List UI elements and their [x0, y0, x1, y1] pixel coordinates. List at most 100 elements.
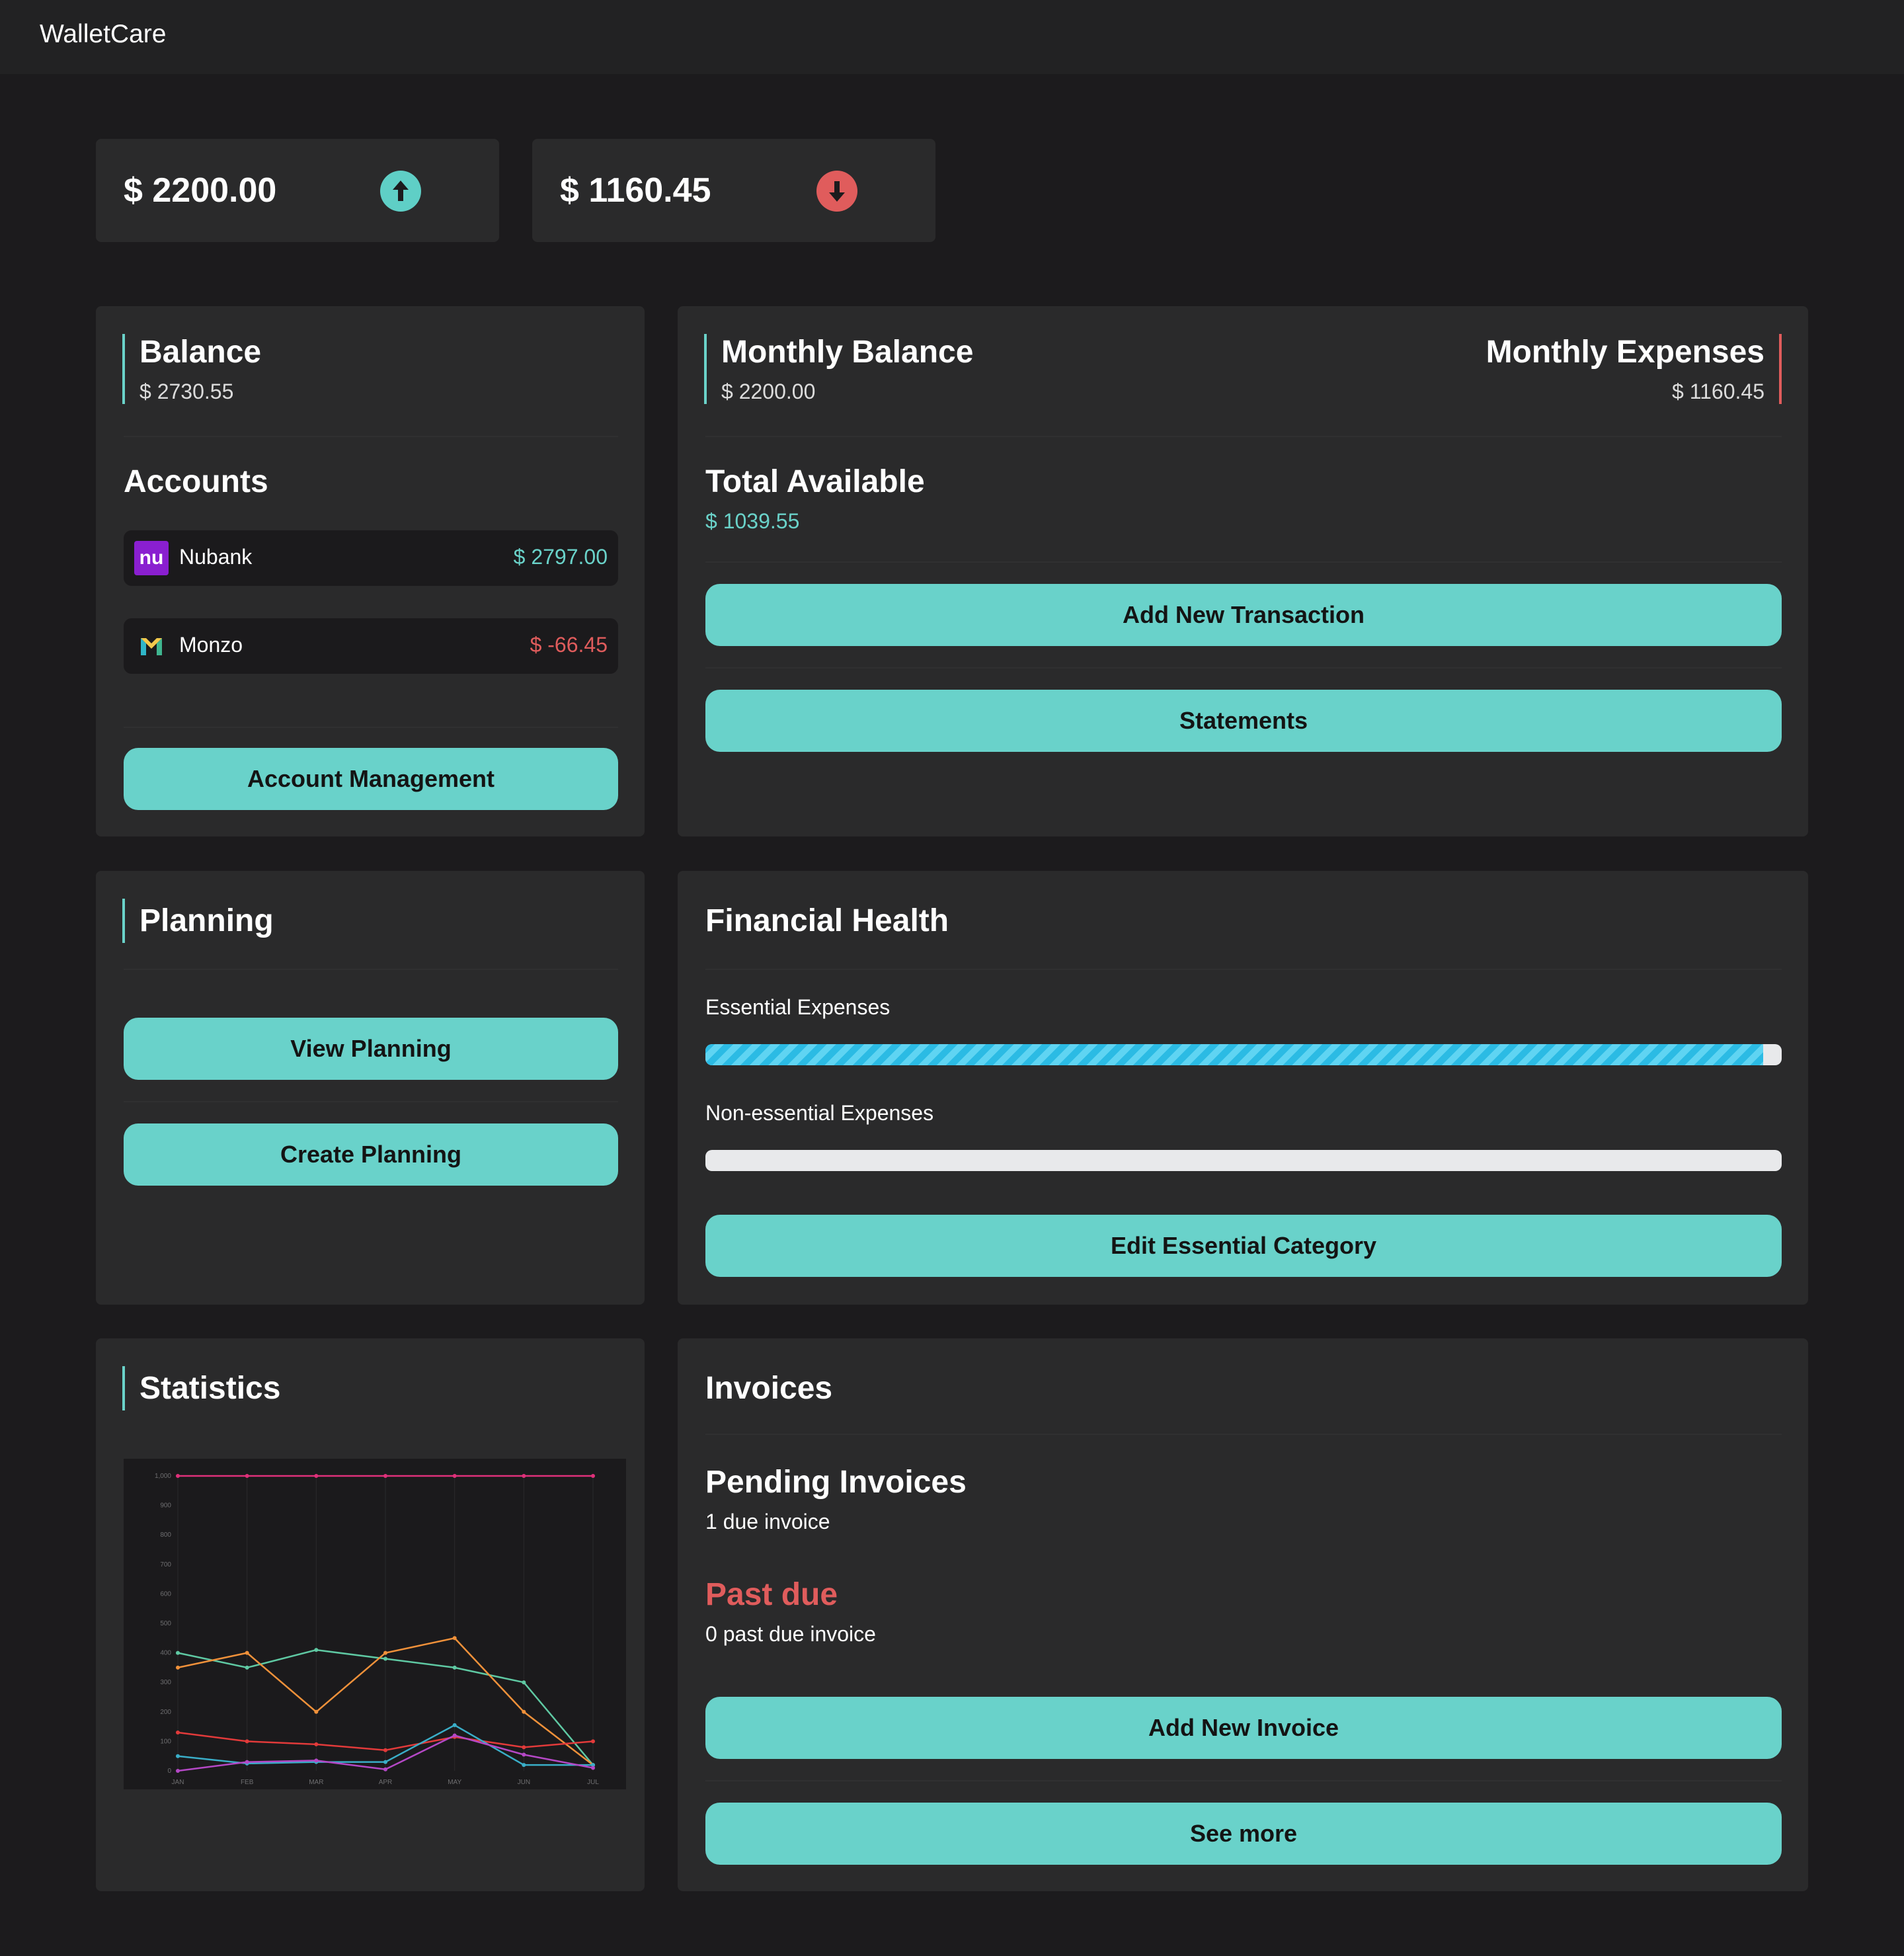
pending-invoices-count: 1 due invoice: [705, 1510, 830, 1533]
chart-point: [176, 1665, 180, 1670]
total-available-title: Total Available: [705, 464, 925, 499]
monthly-card: Monthly Balance $ 2200.00 Monthly Expens…: [678, 306, 1808, 836]
chart-point: [245, 1474, 249, 1478]
arrow-down-icon: [816, 171, 857, 212]
divider: [705, 1434, 1782, 1435]
total-available-section: Total Available $ 1039.55: [705, 464, 925, 534]
account-item-nubank[interactable]: nu Nubank $ 2797.00: [124, 530, 618, 586]
create-planning-button[interactable]: Create Planning: [124, 1123, 618, 1186]
chart-y-tick-label: 800: [160, 1531, 171, 1539]
chart-point: [383, 1760, 387, 1764]
chart-point: [452, 1733, 457, 1738]
monthly-balance-value: $ 2200.00: [721, 380, 816, 403]
chart-x-tick-label: MAR: [309, 1779, 323, 1786]
see-more-button[interactable]: See more: [705, 1803, 1782, 1865]
chart-point: [522, 1763, 526, 1768]
chart-point: [314, 1742, 319, 1746]
divider: [705, 1780, 1782, 1781]
chart-point: [591, 1766, 595, 1770]
edit-essential-category-button[interactable]: Edit Essential Category: [705, 1215, 1782, 1277]
invoices-card: Invoices Pending Invoices 1 due invoice …: [678, 1338, 1808, 1891]
statistics-line-chart: JAN FEB MAR APR MAY JUN JUL 0 100 200 300 400 500 600…: [124, 1459, 626, 1789]
income-summary-card: $ 2200.00: [96, 139, 499, 242]
past-due-section: Past due 0 past due invoice: [705, 1576, 876, 1647]
chart-y-tick-label: 400: [160, 1650, 171, 1657]
add-invoice-button[interactable]: Add New Invoice: [705, 1697, 1782, 1759]
past-due-title: Past due: [705, 1577, 838, 1612]
progress-fill: [705, 1044, 1764, 1065]
chart-point: [522, 1752, 526, 1757]
chart-y-tick-label: 300: [160, 1679, 171, 1686]
total-available-value: $ 1039.55: [705, 509, 800, 533]
chart-point: [245, 1650, 249, 1655]
chart-point: [522, 1745, 526, 1750]
account-balance: $ -66.45: [530, 633, 608, 657]
income-amount: $ 2200.00: [124, 171, 277, 210]
chart-point: [176, 1474, 180, 1478]
app-title[interactable]: WalletCare: [40, 20, 166, 49]
essential-expenses-progress: [705, 1044, 1782, 1065]
nubank-logo-icon: nu: [134, 541, 169, 575]
expense-summary-card: $ 1160.45: [532, 139, 935, 242]
balance-title: Balance: [139, 335, 262, 370]
chart-point: [452, 1474, 457, 1478]
chart-point: [383, 1767, 387, 1772]
divider: [124, 969, 618, 970]
monthly-expenses-section: Monthly Expenses $ 1160.45: [1486, 334, 1782, 404]
chart-point: [522, 1709, 526, 1714]
view-planning-button[interactable]: View Planning: [124, 1018, 618, 1080]
chart-point: [452, 1723, 457, 1727]
chart-x-tick-label: FEB: [241, 1779, 254, 1786]
chart-point: [176, 1731, 180, 1735]
monzo-logo-icon: [134, 629, 169, 663]
divider: [705, 436, 1782, 437]
chart-x-tick-label: JAN: [172, 1779, 184, 1786]
divider: [124, 727, 618, 728]
top-bar: WalletCare: [0, 0, 1904, 74]
invoices-title: Invoices: [705, 1371, 833, 1406]
chart-y-tick-label: 600: [160, 1590, 171, 1598]
chart-y-tick-label: 500: [160, 1620, 171, 1627]
chart-point: [314, 1474, 319, 1478]
chart-y-tick-label: 200: [160, 1709, 171, 1716]
chart-y-tick-label: 1,000: [155, 1473, 171, 1480]
statistics-title: Statistics: [122, 1366, 280, 1410]
statistics-card: Statistics JAN FEB MAR APR MAY JUN JUL 0 100 200 3…: [96, 1338, 645, 1891]
account-item-monzo[interactable]: Monzo $ -66.45: [124, 618, 618, 674]
add-transaction-button[interactable]: Add New Transaction: [705, 584, 1782, 646]
chart-point: [591, 1474, 595, 1478]
monthly-expenses-value: $ 1160.45: [1672, 380, 1765, 403]
statements-button[interactable]: Statements: [705, 690, 1782, 752]
chart-point: [245, 1665, 249, 1670]
balance-section: Balance $ 2730.55: [122, 334, 261, 404]
chart-point: [452, 1665, 457, 1670]
account-name: Monzo: [179, 633, 243, 657]
chart-point: [452, 1636, 457, 1641]
chart-point: [314, 1648, 319, 1652]
pending-invoices-title: Pending Invoices: [705, 1465, 967, 1500]
financial-health-title: Financial Health: [705, 903, 949, 938]
pending-invoices-section: Pending Invoices 1 due invoice: [705, 1464, 967, 1534]
nonessential-expenses-label: Non-essential Expenses: [705, 1101, 934, 1125]
balance-value: $ 2730.55: [139, 380, 234, 403]
chart-point: [314, 1709, 319, 1714]
divider: [705, 969, 1782, 970]
monthly-expenses-title: Monthly Expenses: [1486, 335, 1765, 370]
chart-point: [245, 1760, 249, 1764]
chart-x-tick-label: APR: [379, 1779, 393, 1786]
chart-point: [591, 1739, 595, 1744]
account-management-button[interactable]: Account Management: [124, 748, 618, 810]
financial-health-card: Financial Health Essential Expenses Non-…: [678, 871, 1808, 1305]
chart-point: [383, 1474, 387, 1478]
divider: [705, 667, 1782, 669]
chart-y-tick-label: 100: [160, 1738, 171, 1745]
balance-card: Balance $ 2730.55 Accounts nu Nubank $ 2…: [96, 306, 645, 836]
divider: [124, 436, 618, 437]
chart-y-tick-label: 0: [167, 1768, 171, 1775]
essential-expenses-label: Essential Expenses: [705, 995, 891, 1019]
account-balance: $ 2797.00: [513, 545, 608, 569]
chart-point: [314, 1758, 319, 1763]
chart-point: [522, 1680, 526, 1685]
chart-y-tick-label: 900: [160, 1502, 171, 1510]
chart-x-tick-label: MAY: [448, 1779, 461, 1786]
